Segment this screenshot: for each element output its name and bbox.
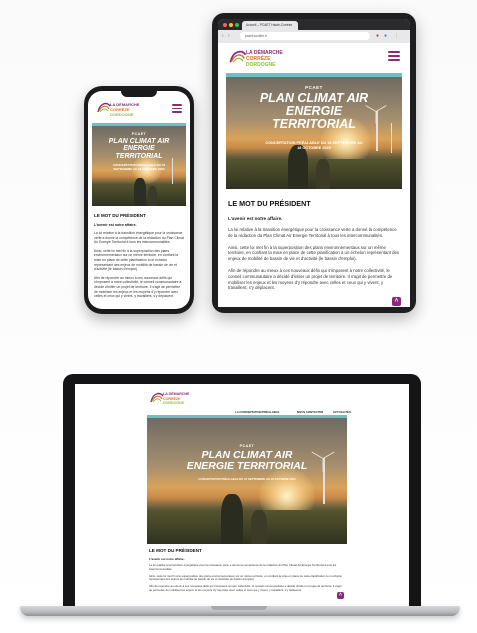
scroll-top-button[interactable]: ˄ (337, 592, 344, 599)
paragraph-1: La loi relative à la transition énergéti… (149, 563, 337, 571)
hero-text: PCAET PLAN CLIMAT AIR ENERGIE TERRITORIA… (92, 132, 186, 172)
hero-text: PCAET PLAN CLIMAT AIR ENERGIE TERRITORIA… (147, 444, 347, 482)
hero-title: PLAN CLIMAT AIR ENERGIE TERRITORIAL (259, 91, 369, 132)
laptop-opening-notch (211, 606, 267, 610)
lead-text: L'avenir est notre affaire. (149, 557, 185, 561)
lead-text: L'avenir est notre affaire. (228, 216, 283, 221)
laptop-device: LA DÉMARCHE CORRÈZE DORDOGNE LA CONCERTA… (63, 374, 421, 608)
logo-line-3: DORDOGNE (163, 401, 185, 405)
maximize-window-icon[interactable] (235, 23, 239, 27)
hero-subtitle: CONCERTATION PRÉALABLE DU 18 SEPTEMBRE A… (198, 477, 296, 482)
hero-title: PLAN CLIMAT AIR ENERGIE TERRITORIAL (186, 449, 308, 473)
paragraph-3: Afin de répondre au mieux à ces nouveaux… (228, 267, 393, 291)
address-bar[interactable]: pcaet.coofirm.fr (240, 32, 370, 40)
tablet-device: Accueil – PCAET Haute-Corrèze ‹ › pcaet.… (212, 13, 416, 313)
scroll-top-button[interactable]: ˄ (392, 297, 401, 306)
president-section: LE MOT DU PRÉSIDENT L'avenir est notre a… (228, 199, 400, 291)
hero-kicker: PCAET (305, 85, 323, 90)
president-section: LE MOT DU PRÉSIDENT L'avenir est notre a… (149, 548, 345, 593)
logo-line-1: LA DÉMARCHE (163, 392, 190, 396)
extension-icon-2[interactable]: ● (384, 32, 387, 40)
president-section: LE MOT DU PRÉSIDENT L'avenir est notre a… (94, 213, 184, 299)
arrow-up-icon: ˄ (394, 298, 399, 304)
extension-icon[interactable]: ● (376, 32, 379, 40)
nav-actualites[interactable]: ACTUALITÉS (333, 410, 351, 414)
site-logo[interactable]: LA DÉMARCHE CORRÈZE DORDOGNE (149, 390, 229, 410)
logo-line-3: DORDOGNE (110, 112, 134, 117)
nav-concertation[interactable]: LA CONCERTATION PRÉALABLE (235, 410, 279, 414)
browser-tab[interactable]: Accueil – PCAET Haute-Corrèze (242, 21, 298, 30)
phone-notch (121, 90, 157, 97)
paragraph-3: Afin de répondre au mieux à ces nouveaux… (149, 584, 342, 592)
hero-subtitle: CONCERTATION PRÉALABLE DU 18 SEPTEMBRE A… (265, 141, 363, 151)
logo-line-2: CORRÈZE (163, 396, 181, 401)
browser-tab-strip: Accueil – PCAET Haute-Corrèze (218, 19, 410, 30)
lead-text: L'avenir est notre affaire. (94, 223, 137, 227)
close-window-icon[interactable] (223, 23, 227, 27)
laptop-screen: LA DÉMARCHE CORRÈZE DORDOGNE LA CONCERTA… (75, 384, 409, 606)
tablet-screen: LA DÉMARCHE CORRÈZE DORDOGNE PCAET PLAN … (218, 43, 410, 307)
arrow-up-icon: ˄ (339, 592, 342, 598)
mockup-stage: LA DÉMARCHE CORRÈZE DORDOGNE PCAET PLAN … (0, 0, 477, 633)
logo-line-3: DORDOGNE (246, 62, 276, 68)
paragraph-2: Ainsi, cette loi met fin à la superposit… (149, 573, 343, 582)
hero-kicker: PCAET (239, 444, 255, 448)
phone-screen: LA DÉMARCHE CORRÈZE DORDOGNE PCAET PLAN … (88, 91, 190, 309)
paragraph-1: La loi relative à la transition énergéti… (228, 227, 397, 238)
back-arrow-icon[interactable]: ‹ (222, 32, 224, 40)
hero-kicker: PCAET (131, 132, 147, 136)
hero-text: PCAET PLAN CLIMAT AIR ENERGIE TERRITORIA… (226, 85, 402, 151)
hamburger-menu-icon[interactable] (172, 104, 182, 113)
browser-chrome: Accueil – PCAET Haute-Corrèze ‹ › pcaet.… (218, 19, 410, 43)
hero-banner: PCAET PLAN CLIMAT AIR ENERGIE TERRITORIA… (92, 126, 186, 206)
paragraph-2: Ainsi, cette loi met fin à la superposit… (94, 248, 179, 272)
hero-banner: PCAET PLAN CLIMAT AIR ENERGIE TERRITORIA… (226, 77, 402, 189)
hero-banner: PCAET PLAN CLIMAT AIR ENERGIE TERRITORIA… (147, 418, 347, 544)
paragraph-2: Ainsi, cette loi met fin à la superposit… (228, 244, 400, 262)
minimize-window-icon[interactable] (229, 23, 233, 27)
nav-contact[interactable]: NOUS CONTACTER (297, 410, 323, 414)
hero-title: PLAN CLIMAT AIR ENERGIE TERRITORIAL (108, 138, 170, 160)
section-heading: LE MOT DU PRÉSIDENT (94, 213, 146, 218)
forward-arrow-icon[interactable]: › (228, 32, 230, 40)
paragraph-3: Afin de répondre au mieux à ces nouveaux… (94, 275, 182, 299)
more-menu-icon[interactable]: ⋮ (394, 32, 399, 40)
logo-swirl-icon (229, 50, 247, 63)
hamburger-menu-icon[interactable] (388, 51, 400, 61)
section-heading: LE MOT DU PRÉSIDENT (228, 199, 311, 208)
hero-subtitle: CONCERTATION PRÉALABLE DU 18 SEPTEMBRE A… (112, 163, 166, 171)
phone-device: LA DÉMARCHE CORRÈZE DORDOGNE PCAET PLAN … (84, 86, 194, 314)
section-heading: LE MOT DU PRÉSIDENT (149, 548, 202, 553)
site-logo[interactable]: LA DÉMARCHE CORRÈZE DORDOGNE (228, 47, 318, 69)
paragraph-1: La loi relative à la transition énergéti… (94, 231, 184, 245)
site-logo[interactable]: LA DÉMARCHE CORRÈZE DORDOGNE (96, 100, 156, 120)
